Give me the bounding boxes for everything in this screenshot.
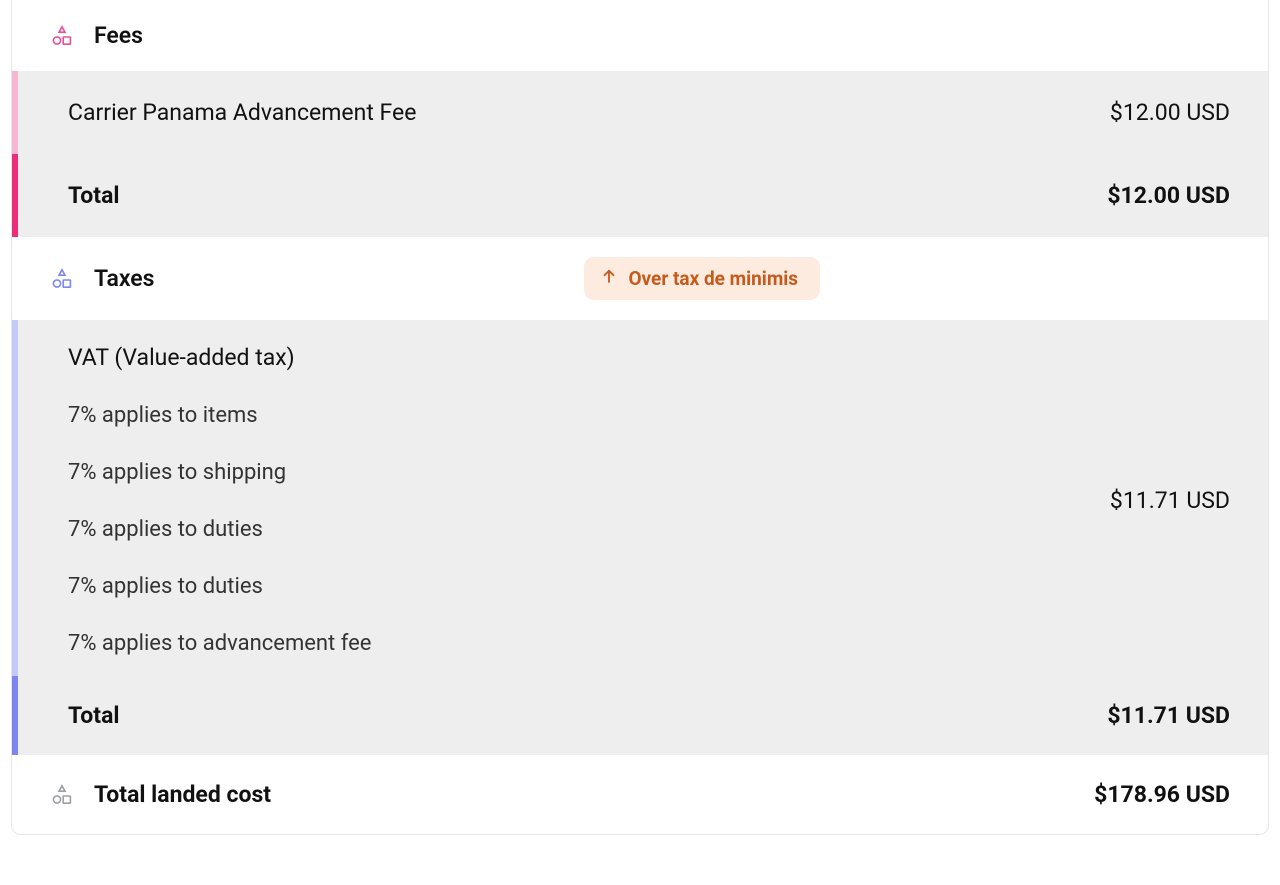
fees-total-label: Total	[68, 182, 119, 209]
shapes-icon	[50, 267, 74, 291]
fee-item-amount: $12.00 USD	[1110, 99, 1230, 126]
landed-cost-title: Total landed cost	[94, 781, 271, 808]
fees-total-row: Total $12.00 USD	[12, 154, 1268, 237]
taxes-body: VAT (Value-added tax) 7% applies to item…	[12, 320, 1268, 755]
taxes-lines: VAT (Value-added tax) 7% applies to item…	[68, 344, 371, 656]
taxes-amount: $11.71 USD	[1110, 487, 1230, 514]
tax-line: 7% applies to duties	[68, 517, 371, 542]
fees-body: Carrier Panama Advancement Fee $12.00 US…	[12, 71, 1268, 237]
fee-item-row: Carrier Panama Advancement Fee $12.00 US…	[12, 71, 1268, 154]
taxes-title: Taxes	[94, 265, 155, 292]
tax-line: 7% applies to items	[68, 403, 371, 428]
arrow-up-icon	[600, 267, 618, 290]
taxes-total-amount: $11.71 USD	[1107, 702, 1230, 729]
total-landed-cost-row: Total landed cost $178.96 USD	[12, 755, 1268, 834]
tax-line: 7% applies to advancement fee	[68, 631, 371, 656]
taxes-section-header: Taxes Over tax de minimis	[12, 237, 1268, 320]
fees-total-amount: $12.00 USD	[1107, 182, 1230, 209]
fees-section-header: Fees	[12, 0, 1268, 71]
taxes-total-label: Total	[68, 702, 119, 729]
tax-line: 7% applies to shipping	[68, 460, 371, 485]
badge-text: Over tax de minimis	[628, 267, 798, 290]
shapes-icon	[50, 783, 74, 807]
fees-title: Fees	[94, 22, 143, 49]
taxes-total-row: Total $11.71 USD	[12, 676, 1268, 755]
fee-item-label: Carrier Panama Advancement Fee	[68, 99, 416, 126]
tax-line: 7% applies to duties	[68, 574, 371, 599]
landed-cost-amount: $178.96 USD	[1094, 781, 1230, 808]
tax-de-minimis-badge: Over tax de minimis	[584, 257, 820, 300]
vat-title: VAT (Value-added tax)	[68, 344, 371, 371]
taxes-detail: VAT (Value-added tax) 7% applies to item…	[12, 320, 1268, 676]
shapes-icon	[50, 24, 74, 48]
cost-breakdown-card: Fees Carrier Panama Advancement Fee $12.…	[11, 0, 1269, 835]
